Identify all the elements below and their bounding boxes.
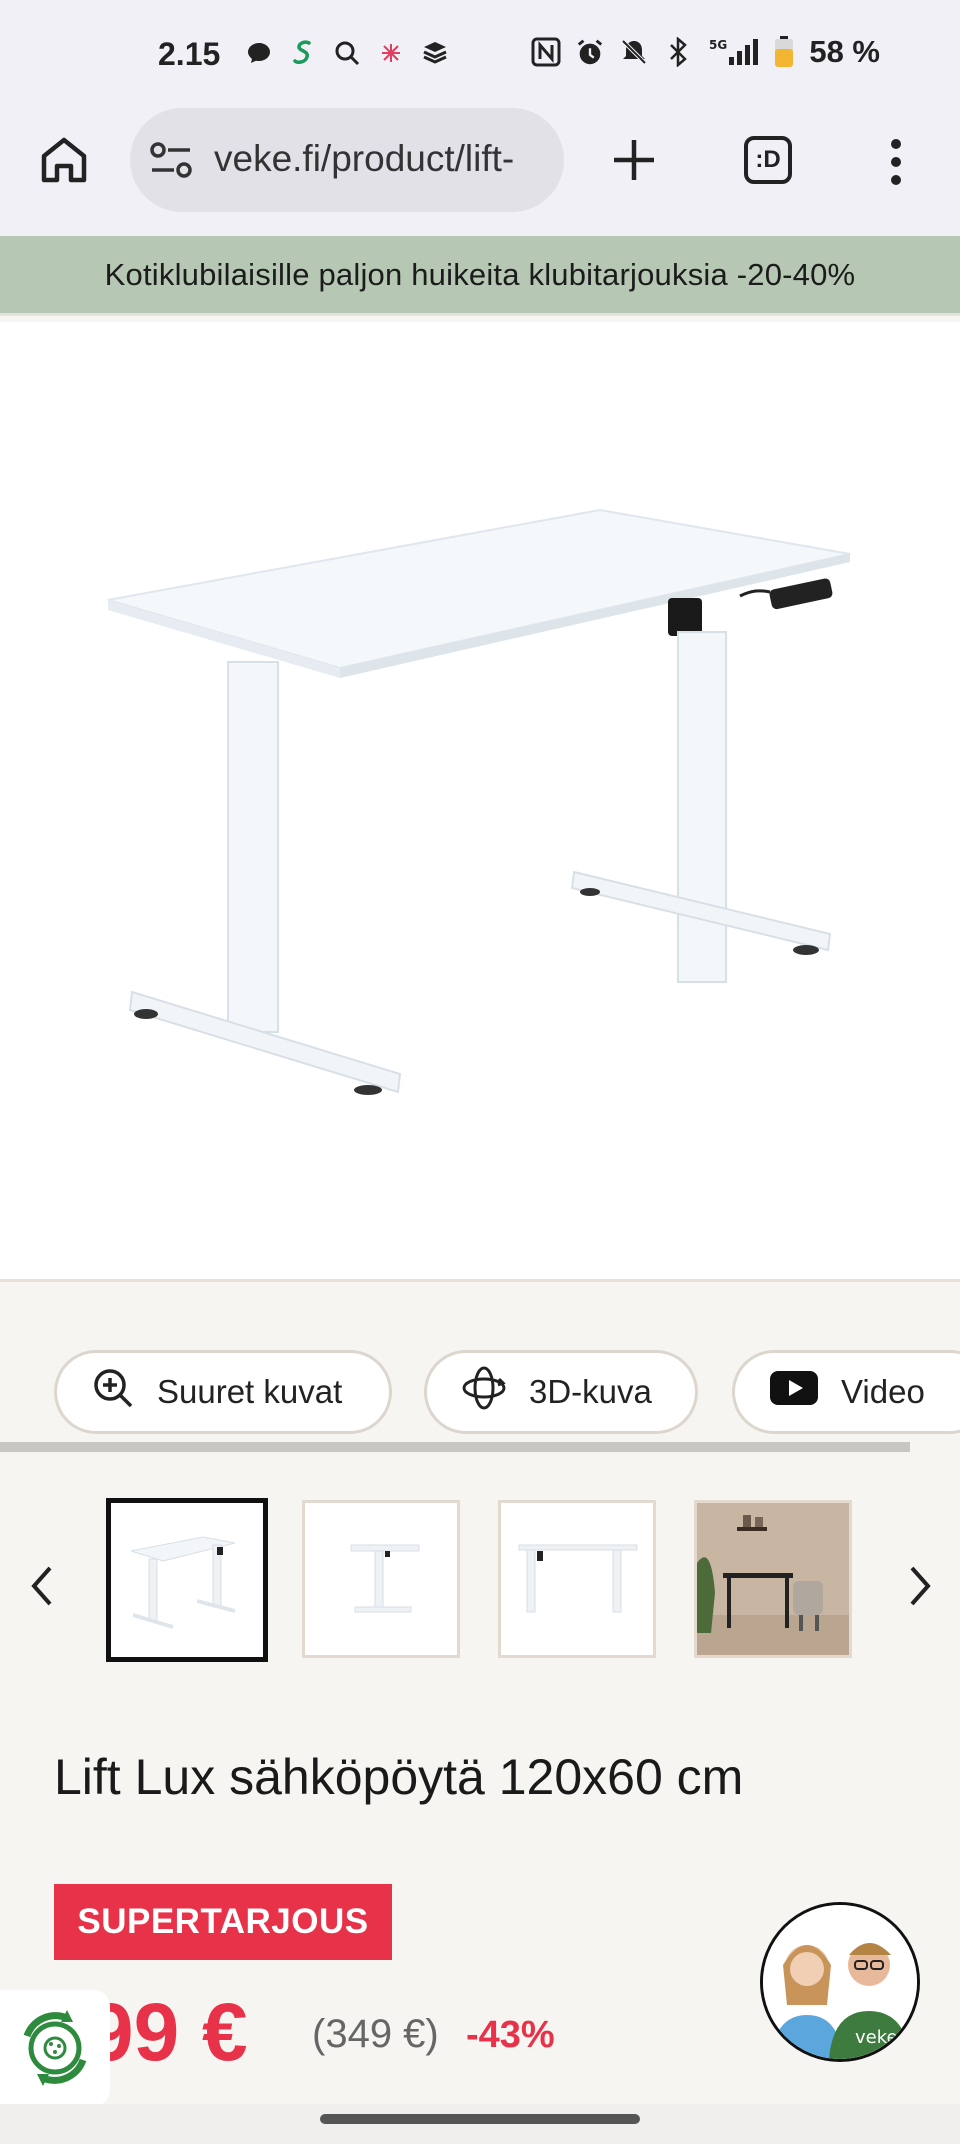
asterisk-icon xyxy=(376,38,406,68)
thumbnail-1[interactable] xyxy=(106,1498,268,1662)
url-text[interactable]: veke.fi/product/lift- xyxy=(214,138,554,180)
super-offer-badge: SUPERTARJOUS xyxy=(54,1884,392,1960)
browser-toolbar: veke.fi/product/lift- :D xyxy=(0,108,960,236)
chevron-right-icon xyxy=(910,1566,931,1606)
rotate-3d-icon xyxy=(461,1365,507,1419)
gesture-bar-area xyxy=(0,2104,960,2144)
youtube-icon xyxy=(769,1370,819,1414)
customer-service-chat-button[interactable]: veke xyxy=(760,1902,920,2062)
chat-bubble-icon xyxy=(244,38,274,68)
tab-switcher-button[interactable]: :D xyxy=(744,136,792,184)
3d-view-label: 3D-kuva xyxy=(529,1373,652,1410)
thumbnail-prev-button[interactable] xyxy=(22,1558,62,1614)
status-time: 2.15 xyxy=(158,36,221,72)
thumbnail-next-button[interactable] xyxy=(900,1558,940,1614)
s-app-icon xyxy=(288,38,318,68)
original-price: (349 €) xyxy=(312,2012,439,2056)
thumbnail-4[interactable] xyxy=(694,1500,852,1658)
address-bar[interactable]: veke.fi/product/lift- xyxy=(130,108,564,212)
battery-percent: 58 % xyxy=(809,34,880,69)
recycle-icon xyxy=(23,2010,87,2086)
nfc-icon xyxy=(531,37,561,67)
product-title: Lift Lux sähköpöytä 120x60 cm xyxy=(54,1749,744,1805)
discount-percent: -43% xyxy=(466,2014,555,2056)
thumbnail-3[interactable] xyxy=(498,1500,656,1658)
home-gesture-indicator[interactable] xyxy=(320,2114,640,2124)
notification-icons xyxy=(244,38,450,68)
svg-text:5G: 5G xyxy=(709,38,727,52)
home-icon xyxy=(41,137,87,183)
new-tab-button[interactable] xyxy=(606,132,662,188)
home-button[interactable] xyxy=(36,132,92,188)
support-avatar-icon: veke xyxy=(763,1905,917,2059)
site-settings-icon[interactable] xyxy=(150,142,194,183)
alarm-icon xyxy=(575,37,605,67)
3d-view-button[interactable]: 3D-kuva xyxy=(424,1350,698,1434)
more-vert-icon xyxy=(891,139,901,185)
battery-icon xyxy=(773,36,795,67)
overflow-menu-button[interactable] xyxy=(876,134,916,190)
layers-icon xyxy=(420,38,450,68)
large-images-button[interactable]: Suuret kuvat xyxy=(54,1350,392,1434)
thumbnail-2[interactable] xyxy=(302,1500,460,1658)
thumbnail-carousel xyxy=(0,1458,960,1708)
eco-widget-button[interactable] xyxy=(0,1990,110,2106)
bluetooth-icon xyxy=(663,37,693,67)
standing-desk-illustration xyxy=(107,508,851,1095)
promo-banner[interactable]: Kotiklubilaisille paljon huikeita klubit… xyxy=(0,236,960,316)
current-price: 99 € xyxy=(88,1987,248,2078)
video-label: Video xyxy=(841,1373,925,1410)
promo-text[interactable]: Kotiklubilaisille paljon huikeita klubit… xyxy=(105,257,856,293)
plus-icon xyxy=(614,140,654,180)
signal-icon: 5G xyxy=(707,37,759,67)
chevron-left-icon xyxy=(31,1566,52,1606)
product-main-image[interactable] xyxy=(0,322,960,1282)
bell-off-icon xyxy=(619,37,649,67)
status-bar: 2.15 5G 58 % xyxy=(0,0,960,108)
horizontal-scrollbar[interactable] xyxy=(0,1442,910,1452)
video-button[interactable]: Video xyxy=(732,1350,960,1434)
search-icon xyxy=(332,38,362,68)
zoom-in-icon xyxy=(91,1366,135,1418)
large-images-label: Suuret kuvat xyxy=(157,1373,343,1410)
system-icons: 5G 58 % xyxy=(531,34,880,70)
